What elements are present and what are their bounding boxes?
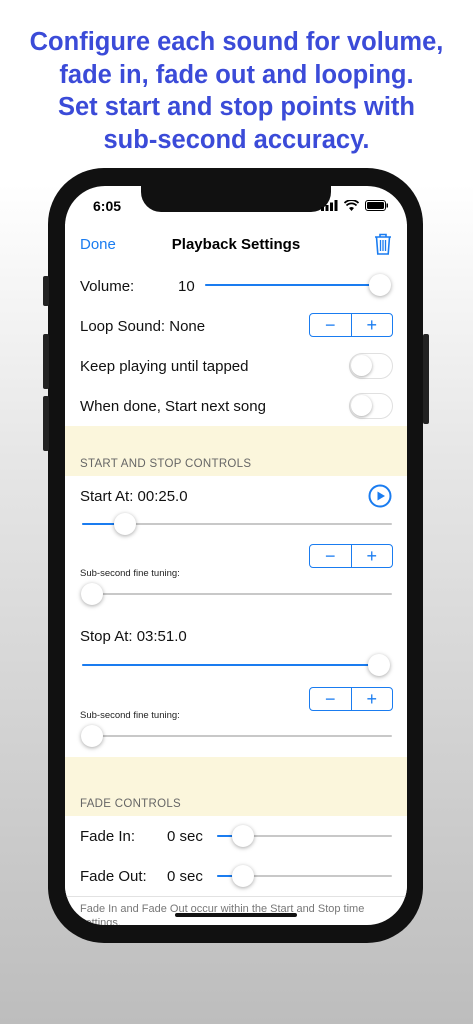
loop-minus-button[interactable]: − bbox=[310, 314, 351, 336]
section-header-label: START AND STOP CONTROLS bbox=[80, 458, 252, 470]
start-plus-button[interactable]: + bbox=[350, 545, 393, 567]
stop-stepper[interactable]: − + bbox=[309, 687, 393, 711]
stop-block: Stop At: 03:51.0 − + Sub-second fine tun… bbox=[65, 616, 407, 756]
page-title: Playback Settings bbox=[171, 236, 301, 253]
notch bbox=[141, 186, 331, 212]
start-at-label: Start At: 00:25.0 bbox=[80, 488, 188, 505]
power-button bbox=[423, 334, 429, 424]
stop-fine-tuning-label: Sub-second fine tuning: bbox=[80, 710, 180, 721]
start-next-toggle[interactable] bbox=[349, 393, 393, 419]
volume-up-button bbox=[43, 334, 49, 389]
loop-plus-button[interactable]: + bbox=[350, 314, 393, 336]
start-block: Start At: 00:25.0 − + Sub-second fine tu… bbox=[65, 476, 407, 617]
marketing-headline: Configure each sound for volume, fade in… bbox=[0, 26, 473, 156]
home-indicator bbox=[175, 913, 297, 917]
slider-thumb[interactable] bbox=[81, 725, 103, 747]
volume-value: 10 bbox=[178, 278, 195, 295]
fade-out-row: Fade Out: 0 sec bbox=[65, 856, 407, 897]
slider-thumb[interactable] bbox=[114, 513, 137, 535]
slider-thumb[interactable] bbox=[369, 274, 391, 296]
volume-slider[interactable] bbox=[205, 274, 391, 296]
keep-playing-toggle[interactable] bbox=[349, 353, 393, 379]
mute-switch bbox=[43, 276, 49, 306]
slider-thumb[interactable] bbox=[232, 865, 255, 887]
start-stepper[interactable]: − + bbox=[309, 544, 393, 568]
fade-out-label: Fade Out: bbox=[80, 868, 147, 885]
battery-icon bbox=[365, 198, 389, 216]
fade-out-slider[interactable] bbox=[217, 865, 392, 887]
slider-thumb[interactable] bbox=[368, 654, 390, 676]
headline-line-4: sub-second accuracy. bbox=[103, 125, 370, 154]
stop-at-label: Stop At: 03:51.0 bbox=[80, 628, 187, 645]
stop-minus-button[interactable]: − bbox=[310, 688, 351, 710]
slider-thumb[interactable] bbox=[232, 825, 255, 847]
section-header-fade: FADE CONTROLS bbox=[65, 757, 407, 816]
start-minus-button[interactable]: − bbox=[310, 545, 351, 567]
volume-down-button bbox=[43, 396, 49, 451]
start-fine-slider[interactable] bbox=[81, 583, 392, 605]
stop-fine-slider[interactable] bbox=[81, 725, 392, 747]
fade-in-slider[interactable] bbox=[217, 825, 392, 847]
fade-out-value: 0 sec bbox=[167, 868, 203, 885]
nav-bar: Done Playback Settings bbox=[65, 224, 407, 267]
fade-in-row: Fade In: 0 sec bbox=[65, 816, 407, 857]
phone-screen: 6:05 Done Playback Settings Volume: 10 L… bbox=[65, 186, 407, 925]
loop-label: Loop Sound: None bbox=[80, 318, 206, 335]
fade-in-value: 0 sec bbox=[167, 828, 203, 845]
start-fine-tuning-label: Sub-second fine tuning: bbox=[80, 568, 180, 579]
loop-row: Loop Sound: None − + bbox=[65, 306, 407, 347]
signal-icon bbox=[321, 198, 338, 216]
section-header-start-stop: START AND STOP CONTROLS bbox=[65, 426, 407, 476]
trash-icon[interactable] bbox=[373, 232, 393, 261]
start-next-row: When done, Start next song bbox=[65, 386, 407, 427]
keep-playing-row: Keep playing until tapped bbox=[65, 346, 407, 387]
play-icon[interactable] bbox=[368, 484, 392, 513]
fade-in-label: Fade In: bbox=[80, 828, 136, 845]
slider-thumb[interactable] bbox=[81, 583, 103, 605]
section-header-label: FADE CONTROLS bbox=[80, 798, 182, 810]
stop-plus-button[interactable]: + bbox=[350, 688, 393, 710]
keep-playing-label: Keep playing until tapped bbox=[80, 358, 249, 375]
headline-line-3: Set start and stop points with bbox=[57, 93, 415, 121]
wifi-icon bbox=[343, 198, 360, 216]
start-slider[interactable] bbox=[82, 513, 392, 535]
stop-slider[interactable] bbox=[82, 654, 390, 676]
headline-line-2: fade in, fade out and looping. bbox=[59, 60, 414, 89]
start-next-label: When done, Start next song bbox=[80, 398, 266, 415]
headline-line-1: Configure each sound for volume, bbox=[29, 28, 444, 56]
volume-row: Volume: 10 bbox=[65, 266, 407, 307]
volume-label: Volume: bbox=[80, 278, 135, 295]
loop-stepper[interactable]: − + bbox=[309, 313, 393, 337]
status-icons bbox=[321, 198, 389, 216]
status-time: 6:05 bbox=[93, 198, 122, 214]
